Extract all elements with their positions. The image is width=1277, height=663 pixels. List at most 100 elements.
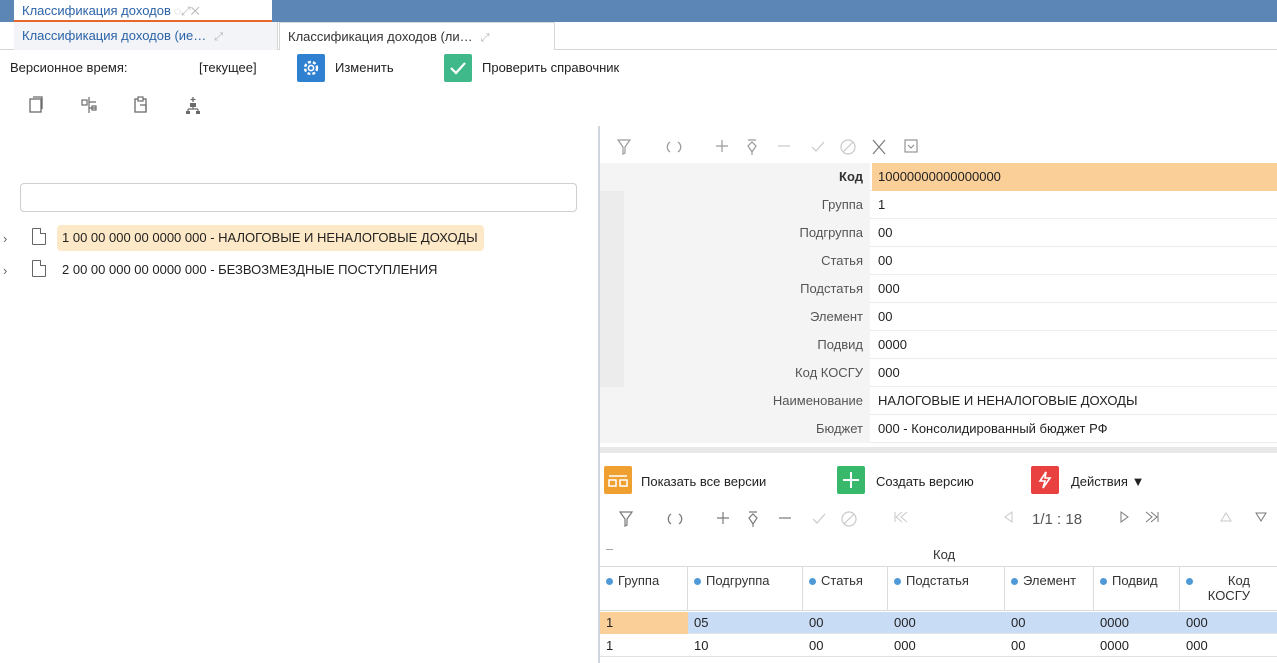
lightning-icon[interactable] bbox=[1031, 466, 1059, 494]
tab-list[interactable]: Классификация доходов (ли… ⤢ bbox=[279, 22, 555, 50]
table-cell: 000 bbox=[894, 615, 916, 630]
last-page-icon[interactable] bbox=[1141, 510, 1163, 528]
remove-icon[interactable] bbox=[774, 510, 796, 531]
create-version-button[interactable]: Создать версию bbox=[876, 474, 974, 489]
confirm-icon[interactable] bbox=[808, 138, 828, 158]
document-icon bbox=[32, 260, 46, 277]
field-label: Бюджет bbox=[600, 415, 870, 443]
version-time-value: [текущее] bbox=[199, 60, 257, 75]
group-header-label: Код bbox=[933, 547, 956, 562]
budget-field[interactable]: 000 - Консолидированный бюджет РФ bbox=[872, 415, 1277, 443]
expand-icon[interactable]: ⤢ bbox=[481, 32, 490, 44]
tree-toolbar bbox=[0, 86, 598, 126]
refresh-icon[interactable] bbox=[664, 138, 684, 158]
column-header[interactable]: Подвид bbox=[1094, 567, 1180, 611]
insert-sibling-icon[interactable] bbox=[80, 96, 98, 114]
status-dot-icon bbox=[1186, 578, 1193, 586]
change-button[interactable]: Изменить bbox=[335, 60, 394, 75]
field-label: Подвид bbox=[624, 331, 870, 359]
column-header[interactable]: Элемент bbox=[1005, 567, 1094, 611]
column-header[interactable]: Статья bbox=[803, 567, 888, 611]
section-divider[interactable] bbox=[600, 447, 1277, 453]
field-label: Подстатья bbox=[624, 275, 870, 303]
edit-icon[interactable] bbox=[742, 510, 764, 533]
name-field[interactable]: НАЛОГОВЫЕ И НЕНАЛОГОВЫЕ ДОХОДЫ bbox=[872, 387, 1277, 415]
next-page-icon[interactable] bbox=[1114, 510, 1136, 528]
tree-item-label[interactable]: 1 00 00 000 00 0000 000 - НАЛОГОВЫЕ И НЕ… bbox=[57, 225, 484, 251]
element-field[interactable]: 00 bbox=[872, 303, 1277, 331]
gear-icon[interactable] bbox=[297, 54, 325, 82]
status-dot-icon bbox=[606, 578, 613, 586]
sort-down-icon[interactable] bbox=[1250, 510, 1272, 528]
table-cell: 000 bbox=[1186, 638, 1208, 653]
check-icon[interactable] bbox=[444, 54, 472, 82]
grid-group-header: – Код bbox=[600, 540, 1277, 567]
subtype-field[interactable]: 0000 bbox=[872, 331, 1277, 359]
cancel-icon[interactable] bbox=[838, 510, 860, 533]
show-all-versions-button[interactable]: Показать все версии bbox=[641, 474, 766, 489]
check-directory-button[interactable]: Проверить справочник bbox=[482, 60, 619, 75]
article-field[interactable]: 00 bbox=[872, 247, 1277, 275]
column-header[interactable]: Код КОСГУ bbox=[1180, 567, 1277, 611]
table-row[interactable]: 1 10 00 000 00 0000 000 bbox=[600, 635, 1277, 657]
edit-icon[interactable] bbox=[742, 138, 762, 158]
column-header-label: Подгруппа bbox=[706, 573, 770, 588]
version-row: Версионное время: [текущее] Изменить Про… bbox=[0, 50, 1277, 86]
remove-icon[interactable] bbox=[774, 138, 794, 158]
code-field[interactable]: 10000000000000000 bbox=[872, 163, 1277, 191]
chevron-right-icon[interactable]: › bbox=[3, 231, 7, 246]
add-icon[interactable] bbox=[712, 510, 734, 531]
kosgu-field[interactable]: 000 bbox=[872, 359, 1277, 387]
tree-item-label[interactable]: 2 00 00 000 00 0000 000 - БЕЗВОЗМЕЗДНЫЕ … bbox=[57, 257, 443, 283]
first-page-icon[interactable] bbox=[890, 510, 912, 528]
field-label: Группа bbox=[624, 191, 870, 219]
tab-controls-icon[interactable]: ◌⤢✕ bbox=[174, 4, 200, 18]
collapse-icon[interactable] bbox=[901, 138, 921, 158]
document-icon bbox=[32, 228, 46, 245]
prev-page-icon[interactable] bbox=[997, 510, 1019, 528]
tree-search-input[interactable] bbox=[20, 183, 577, 212]
field-label: Подгруппа bbox=[624, 219, 870, 247]
subarticle-field[interactable]: 000 bbox=[872, 275, 1277, 303]
chevron-right-icon[interactable]: › bbox=[3, 263, 7, 278]
table-cell: 0000 bbox=[1100, 615, 1129, 630]
add-icon[interactable] bbox=[712, 138, 732, 158]
cancel-icon[interactable] bbox=[838, 138, 858, 158]
field-label: Код КОСГУ bbox=[624, 359, 870, 387]
column-header[interactable]: Группа bbox=[600, 567, 688, 611]
actions-menu-button[interactable]: Действия ▼ bbox=[1071, 474, 1144, 489]
plus-icon[interactable] bbox=[837, 466, 865, 494]
table-cell: 00 bbox=[809, 615, 824, 630]
column-header[interactable]: Подстатья bbox=[888, 567, 1005, 611]
group-field[interactable]: 1 bbox=[872, 191, 1277, 219]
clear-icon[interactable] bbox=[869, 138, 889, 158]
subgroup-field[interactable]: 00 bbox=[872, 219, 1277, 247]
form-row-code: Код 10000000000000000 bbox=[600, 163, 1277, 191]
paste-icon[interactable] bbox=[132, 96, 150, 114]
column-header-label: Код КОСГУ bbox=[1207, 573, 1250, 603]
table-row[interactable]: 1 05 00 000 00 0000 000 bbox=[600, 612, 1277, 634]
refresh-icon[interactable] bbox=[664, 510, 686, 533]
column-header-label: Подвид bbox=[1112, 573, 1158, 588]
column-menu-icon[interactable]: – bbox=[606, 541, 613, 556]
sort-up-icon[interactable] bbox=[1215, 510, 1237, 528]
filter-icon[interactable] bbox=[615, 510, 637, 533]
table-cell: 00 bbox=[1011, 615, 1026, 630]
window-tab[interactable]: Классификация доходов ◌⤢✕ bbox=[14, 0, 272, 22]
add-child-icon[interactable] bbox=[184, 96, 202, 114]
tree-item[interactable]: › 1 00 00 000 00 0000 000 - НАЛОГОВЫЕ И … bbox=[0, 225, 590, 253]
expand-icon[interactable]: ⤢ bbox=[214, 31, 223, 43]
table-cell: 10 bbox=[694, 638, 709, 653]
version-time-label: Версионное время: bbox=[10, 60, 128, 75]
confirm-icon[interactable] bbox=[808, 510, 830, 531]
tree-item[interactable]: › 2 00 00 000 00 0000 000 - БЕЗВОЗМЕЗДНЫ… bbox=[0, 257, 590, 285]
table-cell: 1 bbox=[606, 615, 614, 630]
copy-icon[interactable] bbox=[27, 96, 45, 114]
versions-icon[interactable] bbox=[604, 466, 632, 494]
page-indicator: 1/1 : 18 bbox=[1032, 511, 1083, 528]
filter-icon[interactable] bbox=[614, 138, 634, 158]
tab-hierarchy[interactable]: Классификация доходов (ие… ⤢ bbox=[14, 22, 278, 50]
tab-hierarchy-label: Классификация доходов (ие… bbox=[22, 28, 207, 43]
record-form: Код 10000000000000000 Группа 1 Подгруппа… bbox=[600, 163, 1277, 443]
column-header[interactable]: Подгруппа bbox=[688, 567, 803, 611]
